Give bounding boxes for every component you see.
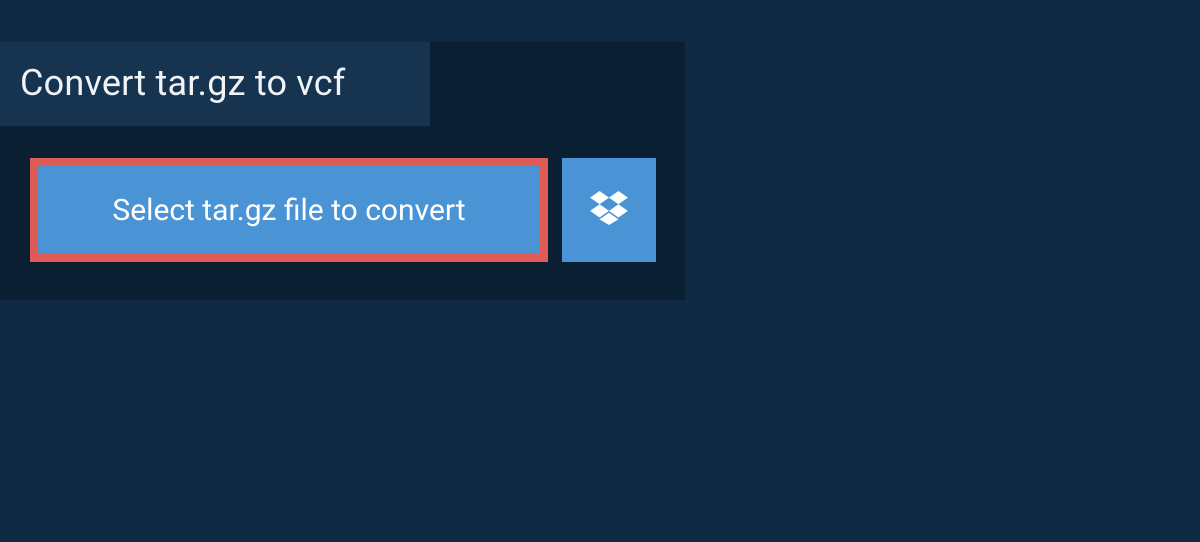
dropbox-icon <box>590 191 628 229</box>
converter-panel: Convert tar.gz to vcf Select tar.gz file… <box>0 42 685 300</box>
select-file-button-label: Select tar.gz file to convert <box>112 193 465 228</box>
dropbox-button[interactable] <box>562 158 656 262</box>
page-title: Convert tar.gz to vcf <box>20 62 345 104</box>
button-row: Select tar.gz file to convert <box>0 126 685 300</box>
select-file-button[interactable]: Select tar.gz file to convert <box>30 158 548 262</box>
title-tab: Convert tar.gz to vcf <box>0 42 430 126</box>
